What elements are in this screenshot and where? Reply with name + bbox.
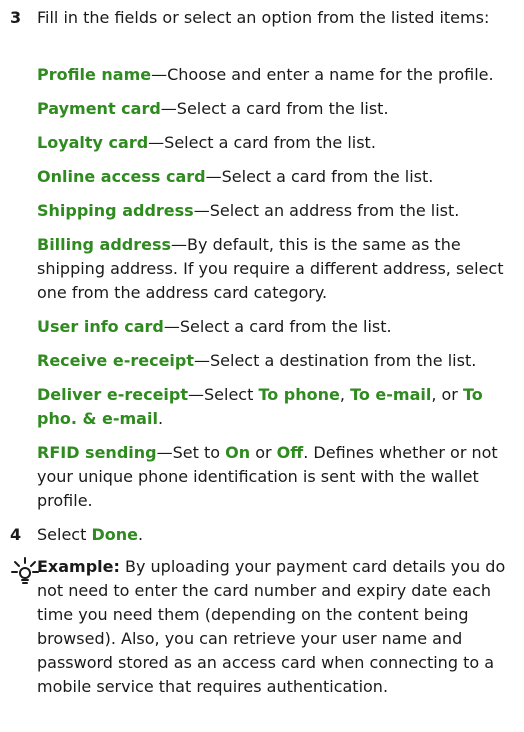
field-item-shipping-address: Shipping address—Select an address from …	[37, 201, 460, 220]
field-description: Select a card from the list.	[179, 317, 392, 336]
field-term: RFID sending	[37, 443, 157, 462]
field-description: Select an address from the list.	[209, 201, 460, 220]
field-item-payment-card: Payment card—Select a card from the list…	[37, 99, 389, 118]
done-action: Done	[91, 525, 138, 544]
field-description: Select a card from the list.	[176, 99, 389, 118]
example-tip: Example: By uploading your payment card …	[37, 555, 507, 699]
field-item-billing-address: Billing address—By default, this is the …	[37, 235, 504, 302]
option-off: Off	[276, 443, 304, 462]
step-4: 4 Select Done.	[10, 523, 500, 547]
step-3: 3 Fill in the fields or select an option…	[10, 6, 500, 30]
field-term: Shipping address	[37, 201, 194, 220]
field-item-rfid-sending: RFID sending—Set to On or Off. Defines w…	[37, 443, 498, 510]
field-description: Select a card from the list.	[164, 133, 376, 152]
field-description: Select a destination from the list.	[210, 351, 477, 370]
field-item-user-info-card: User info card—Select a card from the li…	[37, 317, 392, 336]
field-term: Online access card	[37, 167, 206, 186]
field-item-loyalty-card: Loyalty card—Select a card from the list…	[37, 133, 376, 152]
field-item-online-access-card: Online access card—Select a card from th…	[37, 167, 434, 186]
option-to-email: To e-mail	[350, 385, 432, 404]
field-item-receive-e-receipt: Receive e-receipt—Select a destination f…	[37, 351, 477, 370]
field-term: User info card	[37, 317, 164, 336]
manual-page: 3 Fill in the fields or select an option…	[0, 0, 524, 732]
field-term: Payment card	[37, 99, 161, 118]
option-to-phone: To phone	[258, 385, 340, 404]
field-term: Deliver e-receipt	[37, 385, 188, 404]
step-text: Fill in the fields or select an option f…	[37, 8, 490, 27]
field-term: Billing address	[37, 235, 172, 254]
field-term: Profile name	[37, 65, 152, 84]
tip-label: Example:	[37, 557, 120, 576]
field-description: Select a card from the list.	[221, 167, 434, 186]
lightbulb-icon	[10, 556, 40, 586]
field-term: Receive e-receipt	[37, 351, 194, 370]
field-item-deliver-e-receipt: Deliver e-receipt—Select To phone, To e-…	[37, 385, 483, 428]
step-number: 3	[10, 8, 22, 27]
tip-text: By uploading your payment card details y…	[37, 557, 506, 696]
field-description: Choose and enter a name for the profile.	[167, 65, 494, 84]
option-on: On	[225, 443, 251, 462]
field-term: Loyalty card	[37, 133, 149, 152]
field-item-profile-name: Profile name—Choose and enter a name for…	[37, 65, 494, 84]
step-text: Select Done.	[37, 525, 144, 544]
step-number: 4	[10, 525, 22, 544]
